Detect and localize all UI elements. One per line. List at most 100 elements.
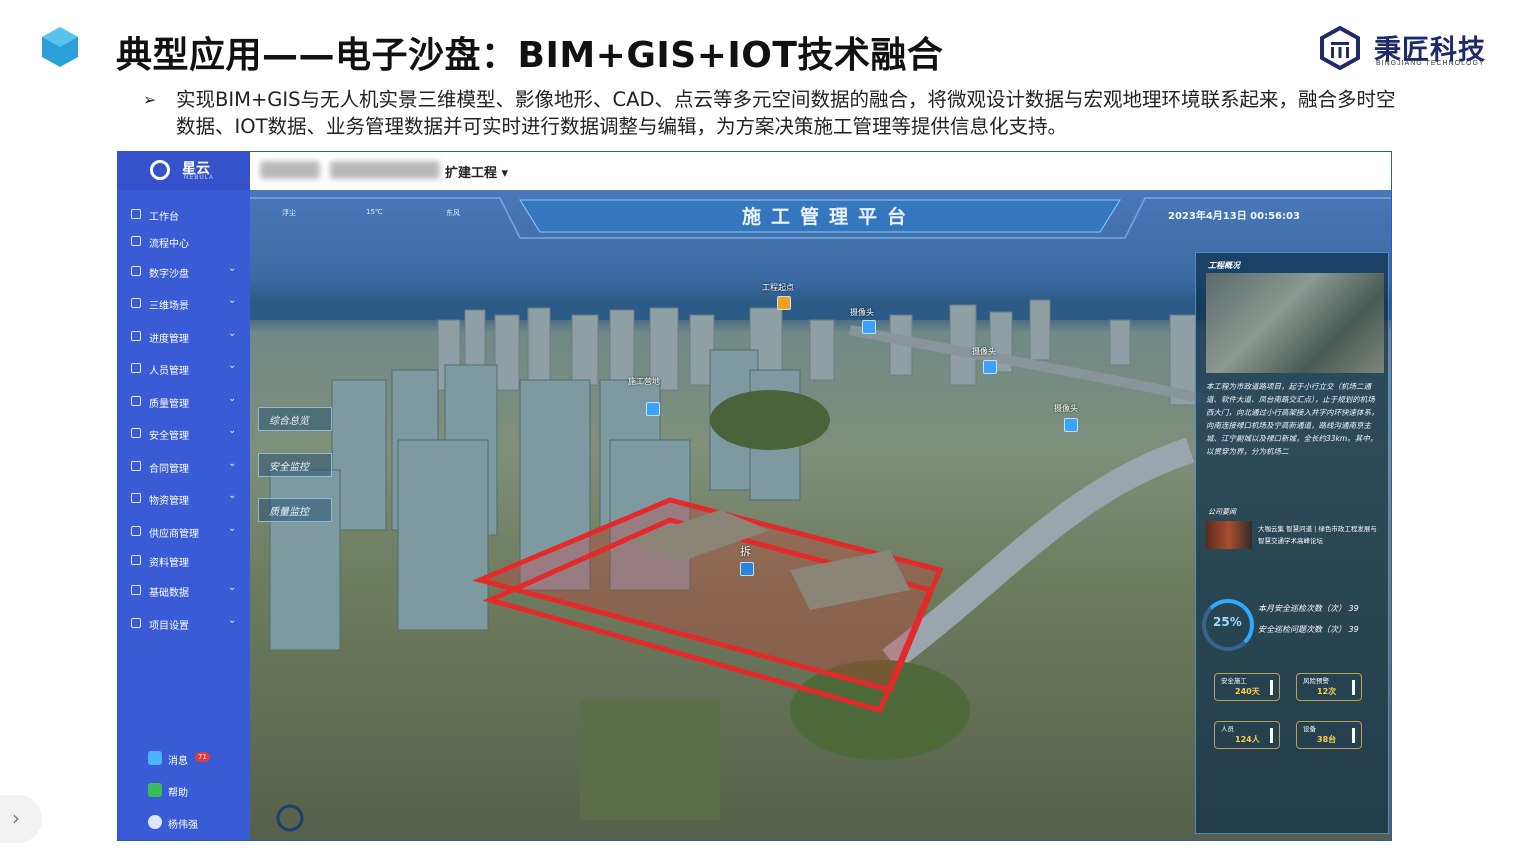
app-logo[interactable]: 星云 NEBULA bbox=[118, 152, 250, 190]
kpi-equipment: 设备 38台 bbox=[1296, 721, 1362, 749]
sidebar-item-contract[interactable]: 合同管理 ⌄ bbox=[118, 456, 250, 480]
avatar bbox=[148, 815, 162, 829]
blurred-breadcrumb bbox=[330, 161, 440, 179]
cube-icon bbox=[131, 298, 141, 308]
chevron-down-icon: ⌄ bbox=[228, 615, 237, 626]
stat-label: 本月安全巡检次数（次） bbox=[1258, 604, 1346, 613]
marker-camp[interactable]: 施工营地 bbox=[628, 376, 660, 387]
news-text[interactable]: 大咖云集 智慧问道 | 绿色市政工程发展与智慧交通学术高峰论坛 bbox=[1258, 523, 1382, 547]
wind: 东风 bbox=[446, 209, 460, 217]
slide-description: 实现BIM+GIS与无人机实景三维模型、影像地形、CAD、点云等多元空间数据的融… bbox=[176, 88, 1396, 138]
bullet-arrow-icon: ➢ bbox=[143, 90, 157, 109]
weather-condition: 浮尘 bbox=[282, 209, 296, 217]
message-icon bbox=[148, 751, 162, 765]
contract-icon bbox=[131, 461, 141, 471]
panel-safety-monitor[interactable]: 安全监控 bbox=[258, 453, 332, 477]
gauge-value: 25% bbox=[1213, 615, 1242, 629]
project-selector[interactable]: 扩建工程 ▾ bbox=[445, 162, 508, 181]
sidebar-item-label: 数字沙盘 bbox=[149, 269, 189, 280]
sidebar: 星云 NEBULA 工作台 流程中心 数字沙盘 ⌄ 三维场景 ⌄ 进度管理 ⌄ bbox=[118, 152, 250, 840]
overview-text: 本工程为市政道路项目，起于小行立交（机场二通道、软件大道、凤台南路交汇点），止于… bbox=[1206, 382, 1379, 456]
stat-value: 39 bbox=[1348, 625, 1359, 634]
news-thumbnail[interactable] bbox=[1206, 521, 1252, 549]
camp-pin-icon[interactable] bbox=[646, 402, 660, 416]
panel-safety-label: 安全监控 bbox=[269, 462, 309, 473]
chevron-down-icon: ⌄ bbox=[228, 263, 237, 274]
kpi-label: 设备 bbox=[1303, 725, 1316, 733]
sidebar-item-sandbox[interactable]: 数字沙盘 ⌄ bbox=[118, 261, 250, 285]
3d-scene-viewport[interactable]: 浮尘 15℃ 东风 施工管理平台 2023年4月13日 00:56:03 综合总… bbox=[250, 190, 1391, 840]
camera-pin-icon[interactable] bbox=[862, 320, 876, 334]
box-icon bbox=[131, 493, 141, 503]
camera-pin-icon[interactable] bbox=[1064, 418, 1078, 432]
camera-pin-icon[interactable] bbox=[983, 360, 997, 374]
sidebar-item-label: 流程中心 bbox=[149, 239, 189, 250]
overview-panel: 工程概况 本工程为市政道路项目，起于小行立交（机场二通道、软件大道、凤台南路交汇… bbox=[1195, 252, 1389, 834]
user-icon bbox=[131, 363, 141, 373]
sidebar-item-supplier[interactable]: 供应商管理 ⌄ bbox=[118, 521, 250, 545]
highway bbox=[882, 437, 1195, 671]
supplier-icon bbox=[131, 526, 141, 536]
sidebar-item-label: 工作台 bbox=[149, 212, 179, 223]
panel-quality-monitor[interactable]: 质量监控 bbox=[258, 498, 332, 522]
compass-icon bbox=[276, 804, 304, 832]
top-bar: 扩建工程 ▾ bbox=[250, 152, 1391, 190]
marker-camera[interactable]: 摄像头 bbox=[1054, 403, 1078, 414]
kpi-label: 风险预警 bbox=[1303, 677, 1329, 685]
lawn bbox=[580, 700, 720, 820]
quality-icon bbox=[131, 396, 141, 406]
sidebar-item-quality[interactable]: 质量管理 ⌄ bbox=[118, 391, 250, 415]
list-icon bbox=[131, 331, 141, 341]
news-title: 公司要闻 bbox=[1208, 508, 1236, 516]
sidebar-item-settings[interactable]: 项目设置 ⌄ bbox=[118, 613, 250, 637]
kpi-personnel: 人员 124人 bbox=[1214, 721, 1280, 749]
messages-label: 消息 bbox=[168, 756, 188, 767]
sidebar-item-materials[interactable]: 物资管理 ⌄ bbox=[118, 488, 250, 512]
sidebar-item-safety[interactable]: 安全管理 ⌄ bbox=[118, 423, 250, 447]
app-screenshot: 星云 NEBULA 工作台 流程中心 数字沙盘 ⌄ 三维场景 ⌄ 进度管理 ⌄ bbox=[117, 151, 1392, 841]
stat-inspections: 本月安全巡检次数（次） 39 bbox=[1258, 603, 1359, 614]
warning-triangle-icon[interactable] bbox=[740, 562, 754, 576]
marker-start-point[interactable]: 工程起点 bbox=[762, 282, 794, 293]
stat-issues: 安全巡检问题次数（次） 39 bbox=[1258, 624, 1359, 635]
platform-title: 施工管理平台 bbox=[742, 206, 917, 228]
project-label: 扩建工程 bbox=[445, 166, 498, 181]
chevron-down-icon: ⌄ bbox=[228, 523, 237, 534]
kpi-value: 12次 bbox=[1317, 687, 1337, 696]
shield-icon bbox=[131, 428, 141, 438]
kpi-safe-days: 安全施工 240天 bbox=[1214, 673, 1280, 701]
sidebar-item-personnel[interactable]: 人员管理 ⌄ bbox=[118, 358, 250, 382]
sidebar-item-base-data[interactable]: 基础数据 ⌄ bbox=[118, 580, 250, 604]
app-logo-en: NEBULA bbox=[184, 175, 215, 181]
sidebar-item-progress[interactable]: 进度管理 ⌄ bbox=[118, 326, 250, 350]
panel-overview-label: 综合总览 bbox=[269, 416, 309, 427]
overview-title: 工程概况 bbox=[1208, 261, 1240, 270]
chevron-down-icon: ⌄ bbox=[228, 490, 237, 501]
sidebar-item-flow[interactable]: 流程中心 bbox=[118, 231, 250, 255]
panel-quality-label: 质量监控 bbox=[269, 507, 309, 518]
chevron-down-icon: ⌄ bbox=[228, 360, 237, 371]
temperature: 15℃ bbox=[366, 208, 383, 216]
sidebar-item-documents[interactable]: 资料管理 bbox=[118, 550, 250, 574]
next-slide-button[interactable]: › bbox=[0, 795, 42, 843]
aerial-thumbnail[interactable] bbox=[1206, 273, 1384, 373]
sidebar-item-3d-scene[interactable]: 三维场景 ⌄ bbox=[118, 293, 250, 317]
kpi-bar bbox=[1270, 680, 1273, 695]
doc-icon bbox=[131, 555, 141, 565]
hexagon-logo-icon bbox=[42, 27, 78, 67]
kpi-value: 38台 bbox=[1317, 735, 1337, 744]
caret-down-icon: ▾ bbox=[501, 166, 509, 181]
chevron-down-icon: ⌄ bbox=[228, 328, 237, 339]
start-point-pin-icon[interactable] bbox=[777, 296, 791, 310]
user-name: 杨伟强 bbox=[168, 820, 198, 831]
marker-camera[interactable]: 摄像头 bbox=[972, 346, 996, 357]
marker-camera[interactable]: 摄像头 bbox=[850, 307, 874, 318]
sidebar-item-workbench[interactable]: 工作台 bbox=[118, 204, 250, 228]
sidebar-item-label: 人员管理 bbox=[149, 366, 189, 377]
sidebar-item-label: 项目设置 bbox=[149, 621, 189, 632]
database-icon bbox=[131, 585, 141, 595]
panel-overview[interactable]: 综合总览 bbox=[258, 407, 332, 431]
sidebar-item-label: 资料管理 bbox=[149, 558, 189, 569]
nebula-logo-icon bbox=[150, 160, 170, 180]
site-label: 拆 bbox=[740, 545, 751, 558]
